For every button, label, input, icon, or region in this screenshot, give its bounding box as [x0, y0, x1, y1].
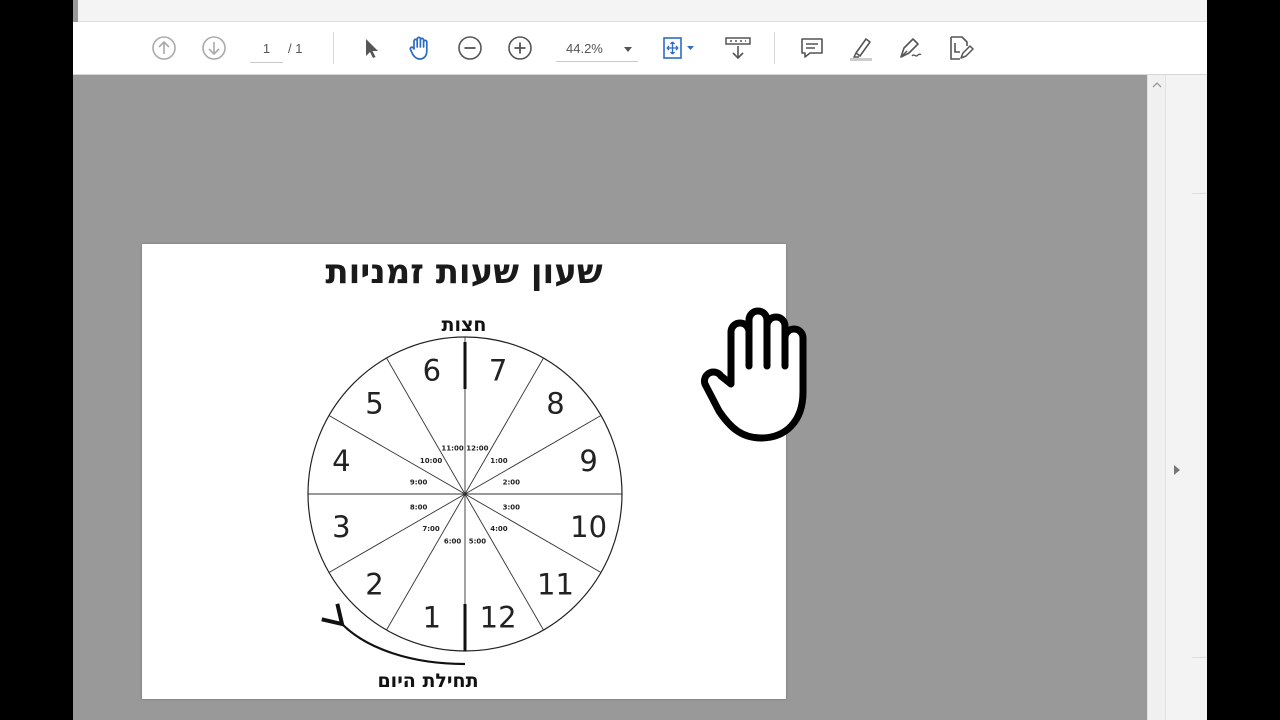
- hour-number: 9: [579, 444, 597, 478]
- toolbar: 1 / 1 44.2%: [73, 22, 1207, 75]
- hour-number: 2: [365, 568, 383, 602]
- fit-page-icon: [663, 37, 694, 59]
- clock-time-label: 1:00: [490, 457, 508, 465]
- clock-time-label: 10:00: [420, 457, 442, 465]
- hour-number: 4: [332, 444, 350, 478]
- minus-circle-icon: [458, 36, 482, 60]
- zmaniyot-clock-diagram: חצות 123456 789101112 12:001:002:003:004:…: [307, 314, 623, 692]
- hand-tool-button[interactable]: [406, 34, 434, 62]
- clock-time-label: 6:00: [444, 537, 462, 545]
- draw-button[interactable]: [896, 34, 924, 62]
- direction-arrow: [321, 603, 466, 666]
- zoom-out-button[interactable]: [456, 34, 484, 62]
- comment-icon: [801, 38, 823, 58]
- highlight-button[interactable]: [847, 34, 875, 62]
- clock-time-label: 3:00: [503, 503, 521, 511]
- zoom-in-button[interactable]: [506, 34, 534, 62]
- prev-page-button[interactable]: [150, 34, 178, 62]
- toolbar-divider: [333, 32, 334, 64]
- hour-number: 10: [570, 510, 607, 544]
- hour-number: 11: [537, 568, 574, 602]
- clock-time-label: 2:00: [503, 479, 521, 487]
- clock-time-label: 9:00: [410, 479, 428, 487]
- zoom-value: 44.2%: [566, 41, 603, 56]
- page-total-label: / 1: [288, 41, 303, 56]
- next-page-button[interactable]: [200, 34, 228, 62]
- arrow-down-circle-icon: [202, 36, 226, 60]
- midnight-label: חצות: [442, 314, 487, 336]
- hour-number: 6: [423, 353, 441, 387]
- chevron-up-icon[interactable]: [1152, 81, 1162, 89]
- hour-number: 12: [480, 601, 517, 635]
- clock-time-label: 8:00: [410, 503, 428, 511]
- select-tool-button[interactable]: [357, 34, 385, 62]
- pane-divider: [1192, 657, 1207, 658]
- plus-circle-icon: [508, 36, 532, 60]
- clock-time-label: 4:00: [490, 525, 508, 533]
- pdf-viewer-app: 1 / 1 44.2% שעון שעות זמניות חצות 1 2 3 …: [73, 0, 1207, 720]
- clock-time-label: 5:00: [469, 537, 487, 545]
- day-start-label: תחילת היום: [377, 670, 478, 692]
- clock-time-label: 7:00: [422, 525, 440, 533]
- scroll-mode-icon: [725, 37, 751, 60]
- zoom-select[interactable]: 44.2%: [556, 36, 638, 62]
- hand-icon: [409, 36, 428, 60]
- screen: 1 / 1 44.2% שעון שעות זמניות חצות 1 2 3 …: [0, 0, 1280, 720]
- hour-number: 5: [365, 386, 383, 420]
- arrow-up-circle-icon: [152, 36, 176, 60]
- menu-strip: [78, 0, 1207, 22]
- pdf-page: שעון שעות זמניות חצות 1 2 3 4 5 6 7 8 9 10 11 12 12…: [142, 244, 807, 699]
- fit-page-button[interactable]: [661, 34, 701, 62]
- toolbar-divider: [774, 32, 775, 64]
- fill-sign-icon: [950, 36, 974, 60]
- hour-number: 1: [423, 601, 441, 635]
- comment-button[interactable]: [798, 34, 826, 62]
- large-hand-icon: [701, 307, 807, 442]
- pointer-arrow-icon: [366, 39, 378, 58]
- expand-pane-icon[interactable]: [1174, 465, 1180, 475]
- hand-cursor-icon: [477, 109, 503, 137]
- right-tools-pane: [1165, 75, 1207, 720]
- clock-time-label: 11:00: [441, 445, 463, 453]
- document-viewport[interactable]: שעון שעות זמניות חצות 1 2 3 4 5 6 7 8 9 10 11 12 12…: [73, 75, 1147, 720]
- pane-divider: [1192, 193, 1207, 194]
- hour-number: 3: [332, 510, 350, 544]
- pen-draw-icon: [900, 38, 922, 58]
- page-number-input[interactable]: 1: [250, 36, 283, 63]
- hour-number: 7: [489, 353, 507, 387]
- vertical-scrollbar[interactable]: [1147, 75, 1166, 720]
- hour-number: 8: [546, 386, 564, 420]
- clock-time-label: 12:00: [466, 445, 488, 453]
- chevron-down-icon: [624, 47, 632, 52]
- scroll-mode-button[interactable]: [724, 34, 752, 62]
- fill-sign-button[interactable]: [946, 34, 974, 62]
- highlighter-icon: [850, 38, 872, 61]
